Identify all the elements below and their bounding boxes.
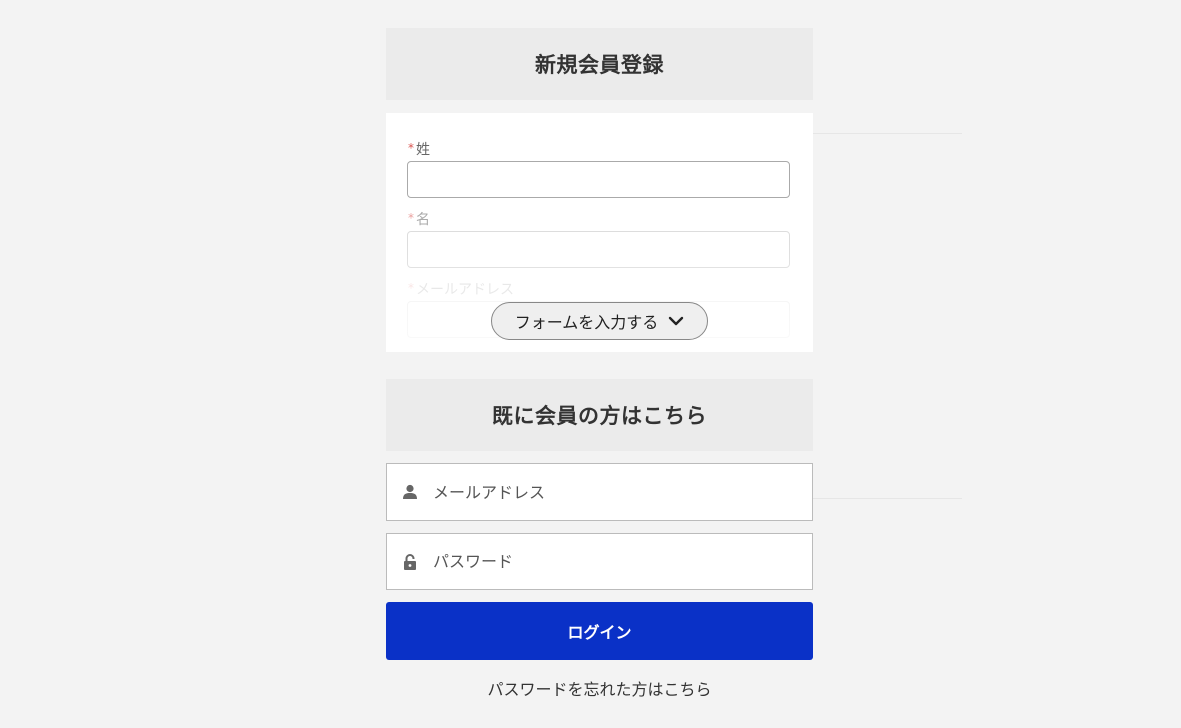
user-icon <box>387 484 433 500</box>
first-name-input[interactable] <box>407 231 790 268</box>
chevron-down-icon <box>668 315 684 327</box>
lock-icon <box>387 553 433 570</box>
login-title: 既に会員の方はこちら <box>386 379 813 451</box>
last-name-label: * 姓 <box>408 141 430 158</box>
register-title: 新規会員登録 <box>386 28 813 100</box>
login-password-field <box>386 533 813 590</box>
divider-line <box>812 133 962 134</box>
required-mark: * <box>408 281 414 295</box>
required-mark: * <box>408 141 414 155</box>
expand-form-button[interactable]: フォームを入力する <box>491 302 708 340</box>
login-email-input[interactable] <box>433 464 812 520</box>
login-button[interactable]: ログイン <box>386 602 813 660</box>
forgot-password-link[interactable]: パスワードを忘れた方はこちら <box>386 676 813 700</box>
login-email-field <box>386 463 813 521</box>
required-mark: * <box>408 211 414 225</box>
register-form: * 姓 * 名 * メールアドレス フォームを入力する <box>386 113 813 352</box>
email-label: * メールアドレス <box>408 281 514 298</box>
divider-line <box>812 498 962 499</box>
login-password-input[interactable] <box>433 534 812 589</box>
first-name-label: * 名 <box>408 211 430 228</box>
last-name-input[interactable] <box>407 161 790 198</box>
expand-form-label: フォームを入力する <box>514 313 659 332</box>
